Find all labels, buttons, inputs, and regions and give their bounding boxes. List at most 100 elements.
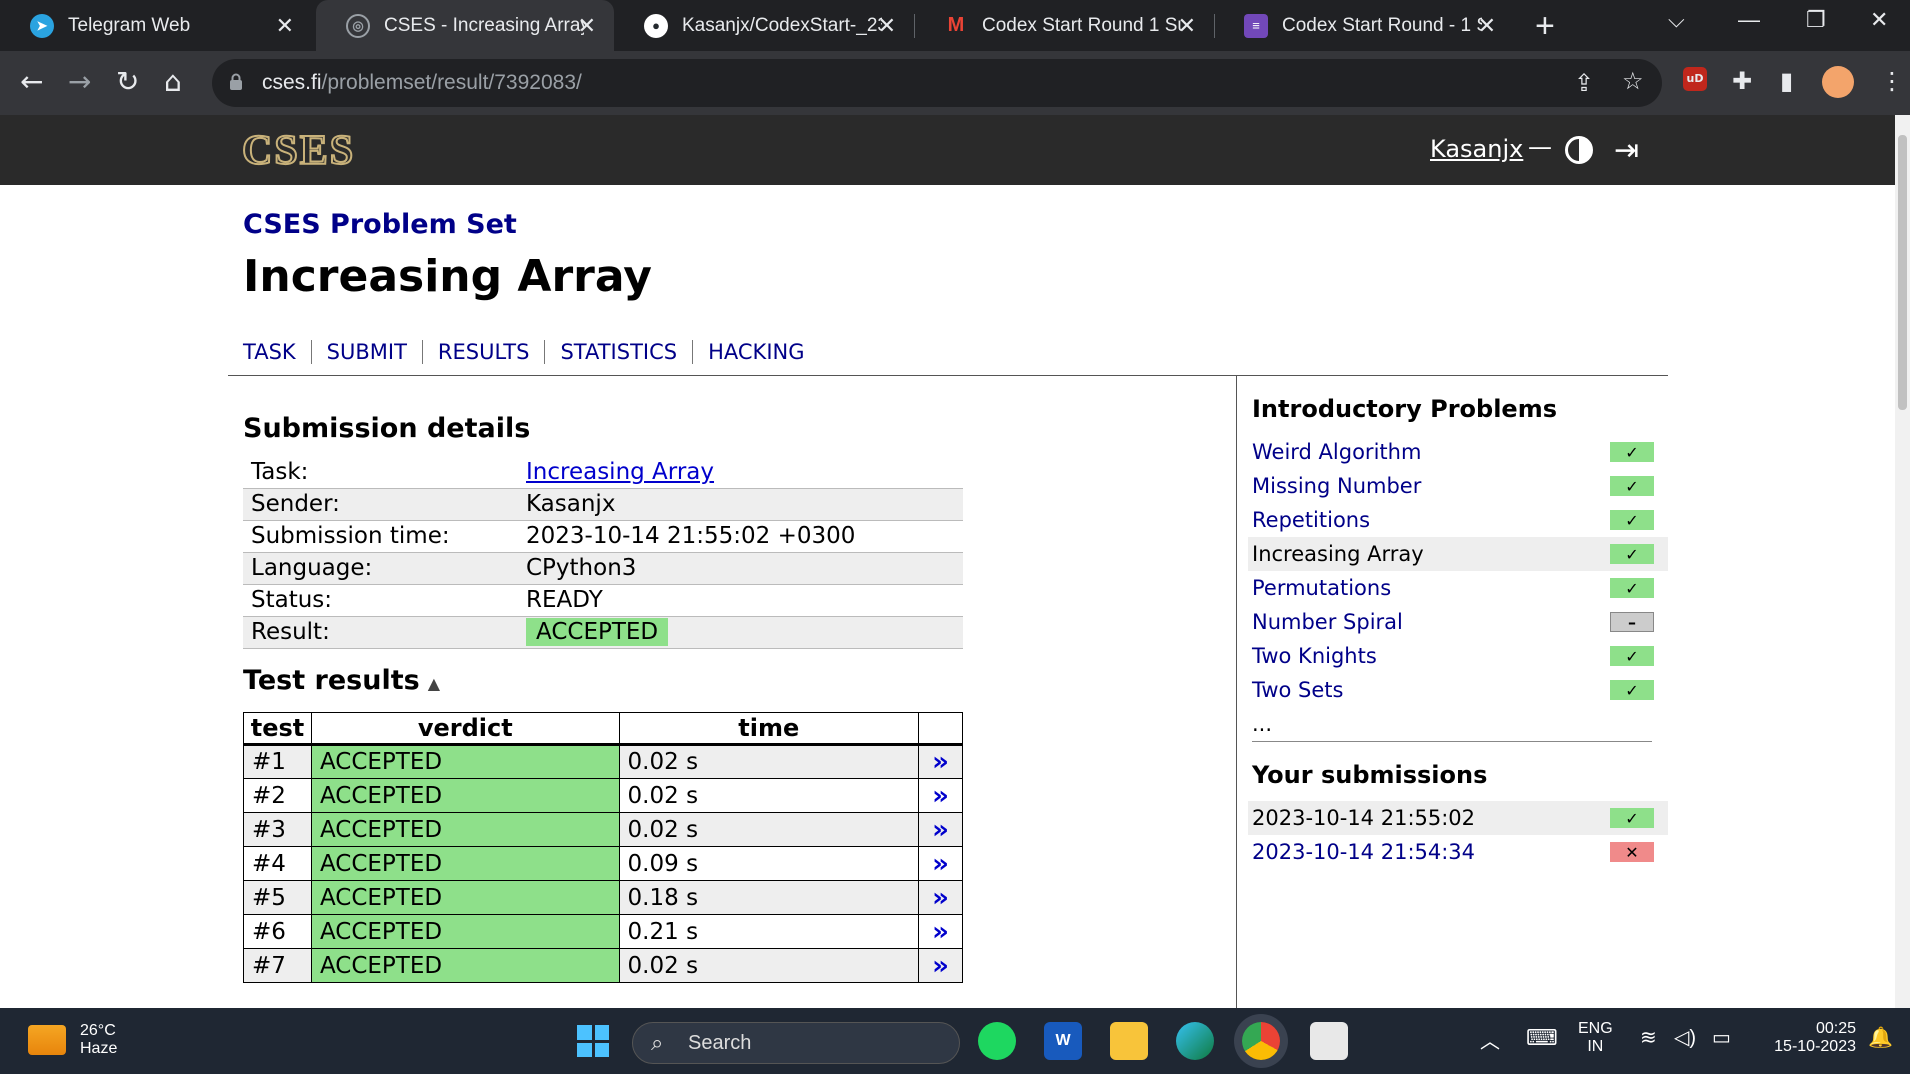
details-arrow-icon[interactable]: » (918, 846, 963, 881)
close-icon[interactable]: ✕ (276, 13, 294, 39)
table-row: Result: ACCEPTED (243, 616, 963, 649)
problem-link[interactable]: Permutations (1252, 576, 1391, 600)
notepad-icon[interactable] (1310, 1022, 1348, 1060)
problem-link[interactable]: Weird Algorithm (1252, 440, 1421, 464)
edge-icon[interactable] (1176, 1022, 1214, 1060)
new-tab-icon[interactable]: + (1535, 7, 1555, 46)
test-id: #1 (243, 744, 312, 779)
tab-gmail[interactable]: M Codex Start Round 1 Sub ✕ (914, 0, 1214, 51)
details-arrow-icon[interactable]: » (918, 914, 963, 949)
notification-bell-icon[interactable]: 🔔 (1868, 1025, 1893, 1050)
spotify-icon[interactable] (978, 1022, 1016, 1060)
problem-link[interactable]: Repetitions (1252, 508, 1370, 532)
ublock-icon[interactable]: uD (1683, 67, 1707, 91)
logout-icon[interactable]: ⇥ (1614, 133, 1639, 168)
url-host: cses.fi (262, 71, 322, 94)
bookmark-star-icon[interactable]: ☆ (1622, 67, 1644, 95)
home-icon[interactable]: ⌂ (164, 65, 182, 98)
forward-icon[interactable]: → (68, 65, 91, 98)
chevron-down-icon[interactable]: ⌵ (1668, 7, 1685, 33)
volume-icon[interactable]: ◁) (1674, 1025, 1696, 1050)
weather-temp: 26°C (80, 1022, 116, 1039)
close-window-icon[interactable]: ✕ (1870, 7, 1888, 33)
kebab-menu-icon[interactable]: ⋮ (1880, 67, 1904, 95)
close-icon[interactable]: ✕ (1478, 13, 1496, 39)
theme-toggle-icon[interactable] (1565, 136, 1593, 164)
extensions-puzzle-icon[interactable]: ✚ (1732, 67, 1752, 95)
battery-icon[interactable]: ▭ (1712, 1025, 1731, 1050)
keyboard-icon[interactable]: ⌨ (1526, 1025, 1558, 1051)
chrome-icon[interactable] (1242, 1022, 1280, 1060)
chevron-up-icon[interactable]: ︿ (1480, 1025, 1500, 1054)
table-row: #5 ACCEPTED 0.18 s » (243, 880, 963, 915)
table-row: #6 ACCEPTED 0.21 s » (243, 914, 963, 949)
sidebar-heading: Introductory Problems (1252, 395, 1557, 423)
back-icon[interactable]: ← (20, 65, 43, 98)
test-verdict: ACCEPTED (310, 744, 620, 779)
side-panel-icon[interactable]: ▮ (1780, 67, 1793, 95)
test-id: #6 (243, 914, 312, 949)
tab-task[interactable]: TASK (243, 340, 311, 364)
word-icon[interactable]: W (1044, 1022, 1082, 1060)
cses-logo[interactable]: CSES (241, 127, 355, 175)
submissions-list: 2023-10-14 21:55:02 ✓ 2023-10-14 21:54:3… (1248, 801, 1668, 869)
address-bar[interactable]: cses.fi/problemset/result/7392083/ ⇪ ☆ (212, 59, 1662, 107)
file-explorer-icon[interactable] (1110, 1022, 1148, 1060)
close-icon[interactable]: ✕ (578, 13, 596, 39)
task-link[interactable]: Increasing Array (526, 459, 714, 485)
test-id: #7 (243, 948, 312, 983)
details-arrow-icon[interactable]: » (918, 880, 963, 915)
row-value: Kasanjx (518, 488, 963, 521)
list-item-current: 2023-10-14 21:55:02 ✓ (1248, 801, 1668, 835)
submission-details-heading: Submission details (243, 413, 531, 444)
reload-icon[interactable]: ↻ (116, 65, 139, 98)
problem-link[interactable]: Number Spiral (1252, 610, 1403, 634)
more-problems-ellipsis[interactable]: ... (1252, 707, 1668, 741)
details-arrow-icon[interactable]: » (918, 778, 963, 813)
problem-link[interactable]: Two Knights (1252, 644, 1377, 668)
test-results-heading[interactable]: Test results ▲ (243, 665, 440, 696)
tab-results[interactable]: RESULTS (421, 340, 545, 364)
tab-hacking[interactable]: HACKING (692, 340, 819, 364)
problem-link[interactable]: Two Sets (1252, 678, 1343, 702)
profile-avatar[interactable] (1822, 66, 1854, 98)
wifi-icon[interactable]: ≋ (1640, 1025, 1657, 1050)
details-arrow-icon[interactable]: » (918, 948, 963, 983)
close-icon[interactable]: ✕ (878, 13, 896, 39)
list-item: Weird Algorithm ✓ (1252, 435, 1668, 469)
taskbar-search[interactable]: ⌕ Search (632, 1022, 960, 1064)
tab-statistics[interactable]: STATISTICS (544, 340, 692, 364)
minimize-icon[interactable]: — (1738, 7, 1760, 33)
scrollbar-thumb[interactable] (1898, 135, 1907, 410)
restore-icon[interactable]: ❐ (1806, 7, 1826, 33)
table-row: #3 ACCEPTED 0.02 s » (243, 812, 963, 847)
details-arrow-icon[interactable]: » (918, 812, 963, 847)
tab-submit[interactable]: SUBMIT (310, 340, 422, 364)
weather-widget[interactable]: 26°C Haze (28, 1022, 117, 1058)
problem-link[interactable]: Missing Number (1252, 474, 1421, 498)
tab-telegram[interactable]: ➤ Telegram Web ✕ (0, 0, 312, 51)
page-scrollbar[interactable] (1895, 115, 1910, 1008)
clock[interactable]: 00:25 15-10-2023 (1760, 1020, 1856, 1056)
username-link[interactable]: Kasanjx (1430, 135, 1523, 163)
tab-github[interactable]: ● Kasanjx/CodexStart-_234 ✕ (614, 0, 914, 51)
table-header-row: test verdict time (243, 712, 963, 746)
sort-up-icon[interactable]: ▲ (428, 674, 440, 693)
tab-cses[interactable]: ◎ CSES - Increasing Array - ✕ (316, 0, 614, 51)
tab-forms[interactable]: ≡ Codex Start Round - 1 Su ✕ (1214, 0, 1514, 51)
details-arrow-icon[interactable]: » (918, 744, 963, 779)
language-indicator[interactable]: ENG IN (1578, 1020, 1613, 1056)
row-value: CPython3 (518, 552, 963, 585)
submission-link[interactable]: 2023-10-14 21:54:34 (1252, 840, 1475, 864)
windows-start-icon[interactable] (574, 1022, 612, 1060)
list-item: Number Spiral – (1252, 605, 1668, 639)
row-label: Task: (243, 456, 518, 489)
test-verdict: ACCEPTED (310, 778, 620, 813)
problem-set-title[interactable]: CSES Problem Set (243, 209, 517, 240)
test-time: 0.21 s (618, 914, 920, 949)
close-icon[interactable]: ✕ (1178, 13, 1196, 39)
github-icon: ● (644, 13, 668, 38)
share-icon[interactable]: ⇪ (1574, 69, 1594, 97)
divider (1252, 741, 1652, 742)
page-title: Increasing Array (243, 251, 652, 302)
